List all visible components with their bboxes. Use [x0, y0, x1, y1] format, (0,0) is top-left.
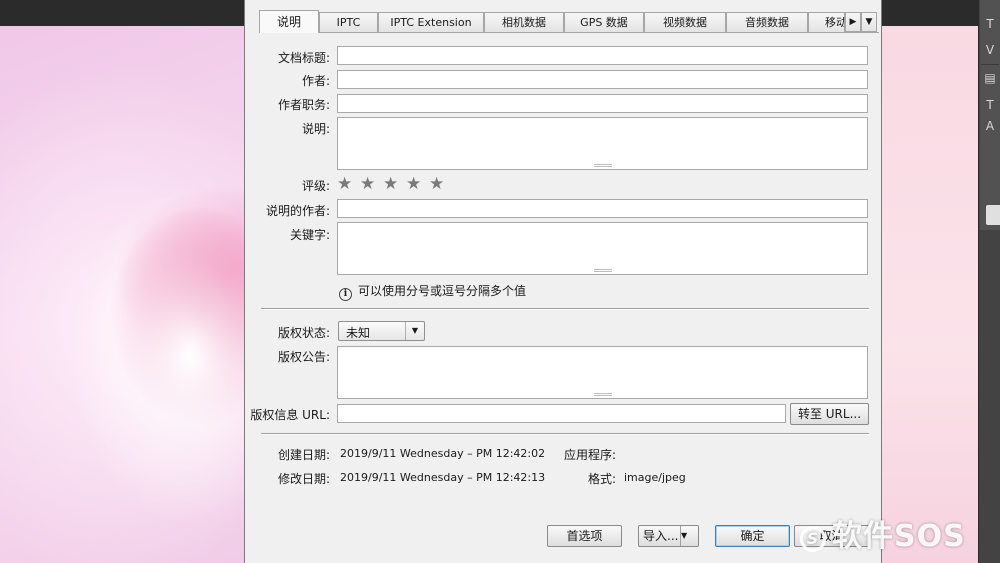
copyright-status-select[interactable]: 未知 ▼ [338, 321, 425, 341]
tab-bar: 说明 IPTC IPTC Extension 相机数据 GPS 数据 视频数据 … [259, 10, 879, 33]
keywords-label: 关键字: [289, 228, 330, 242]
modified-value: 2019/9/11 Wednesday – PM 12:42:13 [340, 471, 546, 484]
import-button[interactable]: 导入... ▼ [638, 525, 699, 547]
author-input[interactable] [337, 70, 868, 89]
watermark-text: 软件SOS [832, 519, 966, 554]
keywords-textarea[interactable] [337, 222, 868, 275]
section-divider [261, 308, 869, 310]
description-writer-label: 说明的作者: [265, 204, 330, 218]
star-icon[interactable]: ★ [383, 176, 406, 193]
play-right-icon[interactable]: ▶ [845, 12, 861, 32]
panel-collapse-tab[interactable] [986, 205, 1000, 225]
scale-icon[interactable]: ▤ [982, 70, 998, 86]
copyright-notice-textarea[interactable] [337, 346, 868, 399]
application-label: 应用程序: [563, 448, 616, 462]
format-value: image/jpeg [624, 471, 686, 484]
tab-underline [259, 32, 879, 33]
rating-label: 评级: [301, 179, 330, 193]
author-label: 作者: [301, 74, 330, 88]
tab-iptc[interactable]: IPTC [319, 12, 378, 32]
modified-label: 修改日期: [277, 472, 330, 486]
section-divider [261, 433, 869, 435]
watermark-logo-icon: S [800, 526, 826, 552]
author-title-input[interactable] [337, 94, 868, 113]
panel-divider [981, 64, 999, 65]
format-label: 格式: [587, 472, 616, 486]
resize-grip-icon[interactable] [593, 164, 612, 167]
description-label: 说明: [301, 122, 330, 136]
chevron-down-icon[interactable]: ▼ [680, 526, 698, 546]
doc-title-input[interactable] [337, 46, 868, 65]
dropdown-arrow-icon[interactable]: ▼ [861, 12, 877, 32]
chevron-down-icon: ▼ [405, 322, 424, 340]
tab-audio-data[interactable]: 音频数据 [726, 12, 808, 32]
copyright-url-input[interactable] [337, 404, 786, 423]
preferences-button[interactable]: 首选项 [547, 525, 622, 547]
watermark: S 软件SOS [800, 520, 966, 554]
doc-title-label: 文档标题: [277, 51, 330, 65]
resize-grip-icon[interactable] [593, 393, 612, 396]
baseline-shift-icon[interactable]: A [982, 118, 998, 134]
document-canvas-edge [878, 26, 978, 563]
copyright-url-label: 版权信息 URL: [250, 408, 330, 422]
created-value: 2019/9/11 Wednesday – PM 12:42:02 [340, 447, 546, 460]
file-info-dialog: 说明 IPTC IPTC Extension 相机数据 GPS 数据 视频数据 … [244, 0, 882, 563]
description-writer-input[interactable] [337, 199, 868, 218]
tab-video-data[interactable]: 视频数据 [644, 12, 726, 32]
copyright-notice-label: 版权公告: [277, 350, 330, 364]
copyright-status-label: 版权状态: [277, 326, 330, 340]
star-icon[interactable]: ★ [337, 176, 360, 193]
tab-iptc-extension[interactable]: IPTC Extension [378, 12, 484, 32]
vertical-scale-icon[interactable]: T [982, 97, 998, 113]
character-panel-strip [980, 0, 1000, 230]
text-size-icon[interactable]: T [982, 16, 998, 32]
star-icon[interactable]: ★ [360, 176, 383, 193]
tab-gps-data[interactable]: GPS 数据 [564, 12, 644, 32]
copyright-status-value: 未知 [346, 326, 371, 340]
kerning-icon[interactable]: V [982, 42, 998, 58]
rating-stars: ★ ★ ★ ★ ★ [337, 176, 452, 193]
author-title-label: 作者职务: [277, 98, 330, 112]
star-icon[interactable]: ★ [429, 176, 452, 193]
resize-grip-icon[interactable] [593, 269, 612, 272]
import-button-label: 导入... [643, 529, 679, 543]
description-textarea[interactable] [337, 117, 868, 170]
tab-description[interactable]: 说明 [259, 10, 319, 33]
keywords-hint: i 可以使用分号或逗号分隔多个值 [339, 282, 526, 301]
info-icon: i [339, 288, 352, 301]
keywords-hint-text: 可以使用分号或逗号分隔多个值 [358, 284, 527, 298]
created-label: 创建日期: [277, 448, 330, 462]
star-icon[interactable]: ★ [406, 176, 429, 193]
goto-url-button[interactable]: 转至 URL... [790, 403, 869, 425]
tab-mobile[interactable]: 移动 [808, 12, 845, 32]
ok-button[interactable]: 确定 [715, 525, 790, 547]
tab-camera-data[interactable]: 相机数据 [484, 12, 564, 32]
